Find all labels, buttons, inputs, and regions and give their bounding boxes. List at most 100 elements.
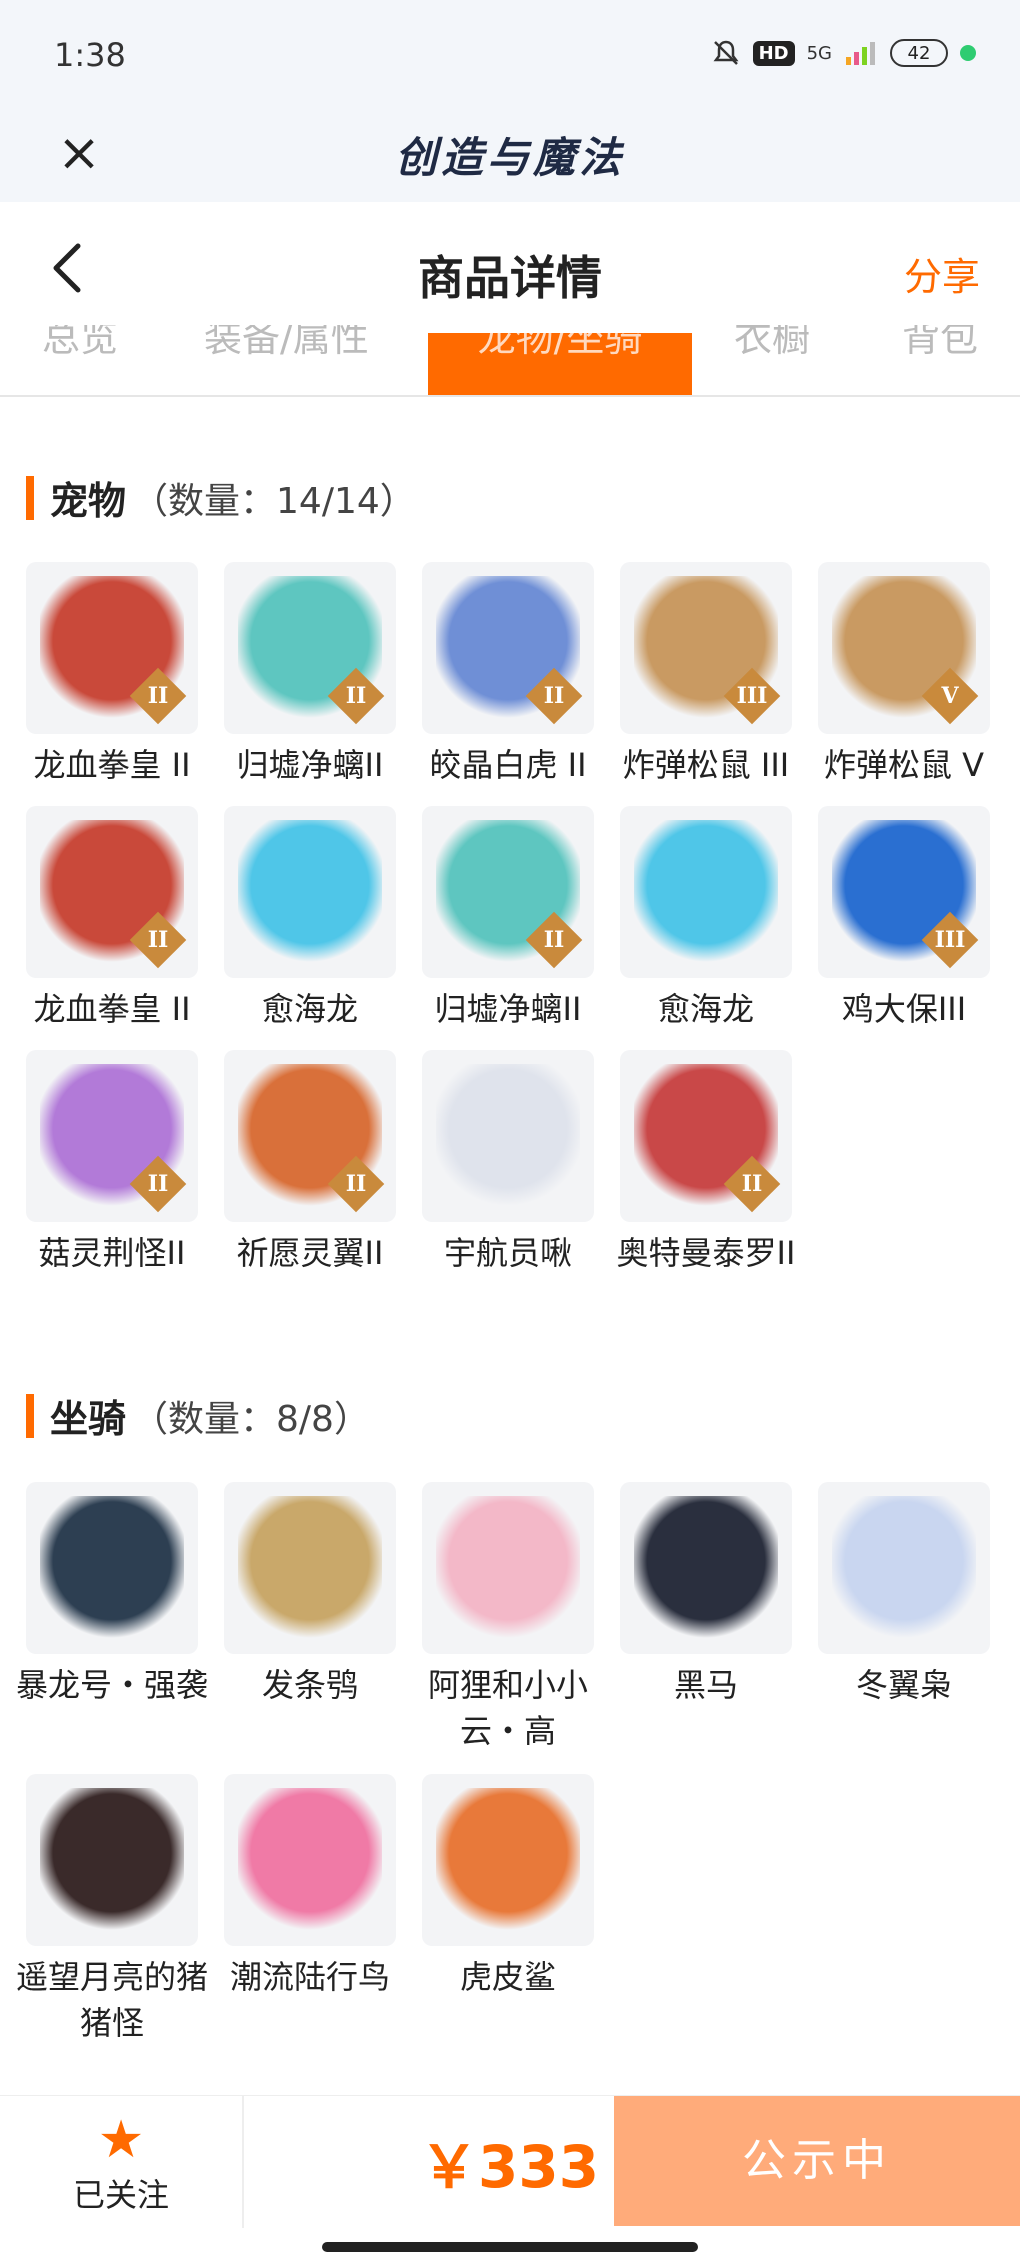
pet-item[interactable]: II 归墟净螭II [224,562,396,788]
pets-section-title: 宠物 （数量：14/14） [26,470,416,525]
mount-item[interactable]: 遥望月亮的猪猪怪 [16,1774,208,2046]
level-badge-icon: V [921,667,979,725]
pet-name: 皎晶白虎 II [429,746,587,784]
star-icon: ★ [97,2110,145,2170]
battery-icon: 42 [890,39,948,67]
level-badge-icon: II [723,1155,781,1213]
pet-name: 龙血拳皇 II [33,746,191,784]
creature-image-icon [238,820,382,964]
status-button[interactable]: 公示中 [614,2096,1020,2226]
mount-name: 暴龙号・强袭 [15,1666,208,1704]
pet-thumbnail: III [620,562,792,734]
mounts-count: （数量：8/8） [132,1398,370,1440]
mounts-title: 坐骑 [50,1397,127,1441]
tab-overview[interactable]: 总览 [42,325,118,362]
level-badge-icon: II [129,911,187,969]
pet-name: 炸弹松鼠 III [622,746,790,784]
level-badge-text: II [345,1171,367,1197]
status-icons: HD 5G 42 [711,38,976,68]
mount-thumbnail [224,1774,396,1946]
pet-item[interactable]: V 炸弹松鼠 V [818,562,990,788]
tab-equipment[interactable]: 装备/属性 [204,325,369,362]
mount-name: 冬翼枭 [855,1666,952,1704]
tab-bar: 总览 装备/属性 龙物/坐骑 衣橱 背包 [0,325,1020,397]
pet-item[interactable]: II 祈愿灵翼II [224,1050,396,1276]
status-bar: 1:38 HD 5G 42 [0,0,1020,110]
mount-thumbnail [26,1482,198,1654]
pet-thumbnail [224,806,396,978]
level-badge-icon: II [129,667,187,725]
price: ￥333 [420,2133,600,2201]
mute-bell-icon [713,40,739,65]
mount-name: 黑马 [673,1666,738,1704]
mount-item[interactable]: 黑马 [620,1482,792,1708]
mount-thumbnail [224,1482,396,1654]
pet-thumbnail: II [26,1050,198,1222]
creature-image-icon [436,1496,580,1640]
pet-name: 宇航员啾 [443,1234,572,1272]
mount-name: 遥望月亮的猪猪怪 [15,1958,208,2042]
mount-item[interactable]: 潮流陆行鸟 [224,1774,396,2000]
share-button[interactable]: 分享 [904,246,980,301]
pet-item[interactable]: II 菇灵荆怪II [26,1050,198,1276]
mount-item[interactable]: 虎皮鲨 [422,1774,594,2000]
pet-name: 炸弹松鼠 V [823,746,985,784]
mount-name: 阿狸和小小云・高 [427,1666,588,1750]
section-accent-bar [26,475,34,520]
app-title: 创造与魔法 [394,133,625,182]
tab-backpack[interactable]: 背包 [902,325,978,362]
creature-image-icon [238,1788,382,1932]
hd-badge: HD [752,40,795,66]
level-badge-icon: III [921,911,979,969]
mount-thumbnail [620,1482,792,1654]
pet-name: 愈海龙 [261,990,358,1028]
mounts-section-title: 坐骑 （数量：8/8） [26,1388,370,1443]
creature-image-icon [634,1496,778,1640]
level-badge-text: II [147,1171,169,1197]
tab-wardrobe[interactable]: 衣橱 [734,325,810,362]
pet-item[interactable]: II 龙血拳皇 II [26,806,198,1032]
pets-count: （数量：14/14） [132,480,416,522]
pet-thumbnail: II [26,806,198,978]
pet-item[interactable]: II 皎晶白虎 II [422,562,594,788]
pet-item[interactable]: 愈海龙 [620,806,792,1032]
signal-icon: 5G [806,42,832,64]
page-title: 商品详情 [418,251,602,305]
pet-name: 鸡大保III [841,990,967,1028]
battery-level: 42 [907,42,931,64]
pet-thumbnail: III [818,806,990,978]
pet-name: 祈愿灵翼II [236,1234,384,1272]
home-indicator[interactable] [322,2242,698,2252]
pet-item[interactable]: III 炸弹松鼠 III [620,562,792,788]
active-dot-icon [960,45,976,61]
mount-item[interactable]: 暴龙号・强袭 [16,1482,208,1708]
mount-thumbnail [818,1482,990,1654]
mount-item[interactable]: 发条鸮 [224,1482,396,1708]
pet-thumbnail [620,806,792,978]
pet-item[interactable]: 宇航员啾 [422,1050,594,1276]
level-badge-icon: II [129,1155,187,1213]
level-badge-text: V [941,683,959,709]
pet-item[interactable]: III 鸡大保III [818,806,990,1032]
level-badge-text: II [345,683,367,709]
signal-bars-icon [846,42,875,65]
level-badge-text: II [543,683,565,709]
mount-name: 潮流陆行鸟 [229,1958,390,1996]
level-badge-icon: II [327,1155,385,1213]
section-accent-bar [26,1393,34,1438]
pet-thumbnail: II [620,1050,792,1222]
pet-item[interactable]: II 奥特曼泰罗II [617,1050,795,1276]
follow-button[interactable]: ★ 已关注 [0,2096,244,2228]
mount-item[interactable]: 阿狸和小小云・高 [422,1482,594,1754]
level-badge-text: III [934,927,966,953]
pet-item[interactable]: II 归墟净螭II [422,806,594,1032]
tab-pets-mounts-label: 龙物/坐骑 [477,333,643,360]
pet-item[interactable]: II 龙血拳皇 II [26,562,198,788]
creature-image-icon [634,820,778,964]
tab-pets-mounts[interactable]: 龙物/坐骑 [428,333,692,395]
creature-image-icon [436,1064,580,1208]
level-badge-text: II [543,927,565,953]
mount-item[interactable]: 冬翼枭 [818,1482,990,1708]
pet-item[interactable]: 愈海龙 [224,806,396,1032]
follow-label: 已关注 [72,2176,169,2214]
